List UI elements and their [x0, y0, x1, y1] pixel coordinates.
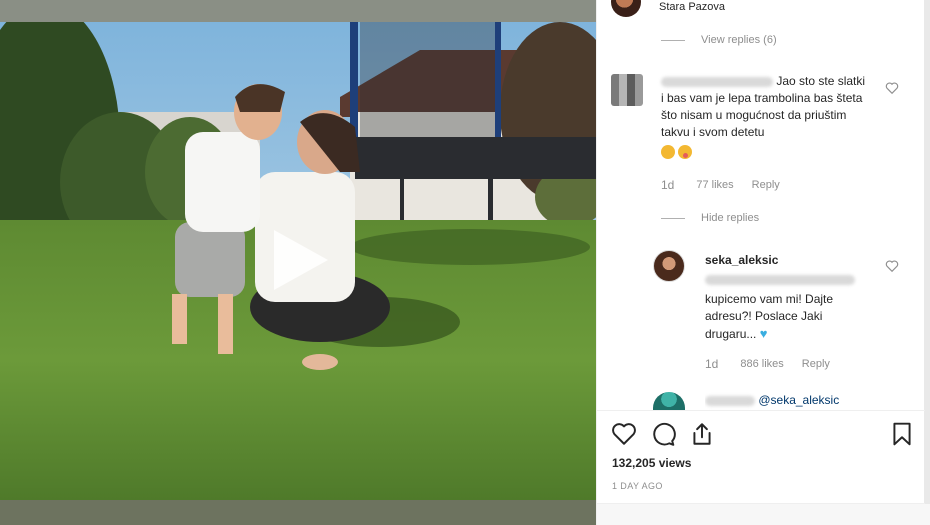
- blurred-username: [661, 76, 773, 87]
- reply-button[interactable]: Reply: [802, 358, 830, 370]
- commenter-avatar[interactable]: [611, 74, 643, 106]
- divider-dash: [661, 39, 685, 41]
- share-icon[interactable]: [689, 421, 715, 447]
- view-count[interactable]: 132,205 views: [612, 456, 691, 470]
- scrollbar-track[interactable]: [924, 0, 930, 525]
- video-bottom-band: [0, 500, 596, 525]
- reply-button[interactable]: Reply: [752, 179, 780, 191]
- seka-avatar[interactable]: [653, 250, 685, 282]
- blurred-mention: [705, 271, 875, 288]
- hide-replies-link[interactable]: Hide replies: [661, 212, 759, 224]
- comment-2-text: seka_aleksic kupicemo vam mi! Dajte adre…: [705, 252, 875, 343]
- confused-emoji-icon: [661, 144, 675, 159]
- comment-2-meta: 1d 886 likes Reply: [705, 357, 830, 371]
- add-comment-bar[interactable]: [597, 504, 930, 525]
- comment-1-emojis: [661, 143, 871, 160]
- comment-likes[interactable]: 886 likes: [740, 358, 783, 370]
- blurred-username: [705, 395, 755, 406]
- video-top-band: [0, 0, 596, 22]
- bookmark-icon[interactable]: [889, 421, 915, 447]
- actions-divider: [597, 410, 925, 411]
- mention-link[interactable]: @seka_aleksic: [758, 393, 839, 407]
- author-avatar[interactable]: [611, 0, 641, 17]
- post-header: Stara Pazova: [611, 0, 725, 18]
- hide-replies-label: Hide replies: [701, 212, 760, 224]
- comment-icon[interactable]: [650, 421, 676, 447]
- comment-3-text: @seka_aleksic: [705, 392, 885, 410]
- post-date[interactable]: 1 DAY AGO: [612, 481, 663, 491]
- comment-age: 1d: [705, 357, 719, 371]
- like-comment-heart-icon[interactable]: [885, 81, 899, 95]
- heart-icon[interactable]: [611, 421, 637, 447]
- comment-1-meta: 1d 77 likes Reply: [661, 178, 780, 192]
- comment-2-body: kupicemo vam mi! Dajte adresu?! Poslace …: [705, 292, 834, 341]
- play-icon[interactable]: [270, 228, 330, 292]
- video-player[interactable]: [0, 0, 596, 525]
- comments-panel: Stara Pazova View replies (6) Jao sto st…: [596, 0, 930, 525]
- comment-1-text: Jao sto ste slatki i bas vam je lepa tra…: [661, 73, 871, 160]
- like-reply-heart-icon[interactable]: [885, 259, 899, 273]
- comment-username[interactable]: seka_aleksic: [705, 252, 875, 269]
- tongue-emoji-icon: [678, 144, 692, 159]
- comment-likes[interactable]: 77 likes: [696, 179, 733, 191]
- commenter-avatar[interactable]: [653, 392, 685, 410]
- view-replies-label: View replies (6): [701, 34, 777, 46]
- view-replies-link[interactable]: View replies (6): [661, 34, 777, 46]
- blue-heart-emoji-icon: ♥: [759, 326, 768, 341]
- comment-age: 1d: [661, 178, 675, 192]
- location-label[interactable]: Stara Pazova: [659, 1, 725, 13]
- divider-dash: [661, 217, 685, 219]
